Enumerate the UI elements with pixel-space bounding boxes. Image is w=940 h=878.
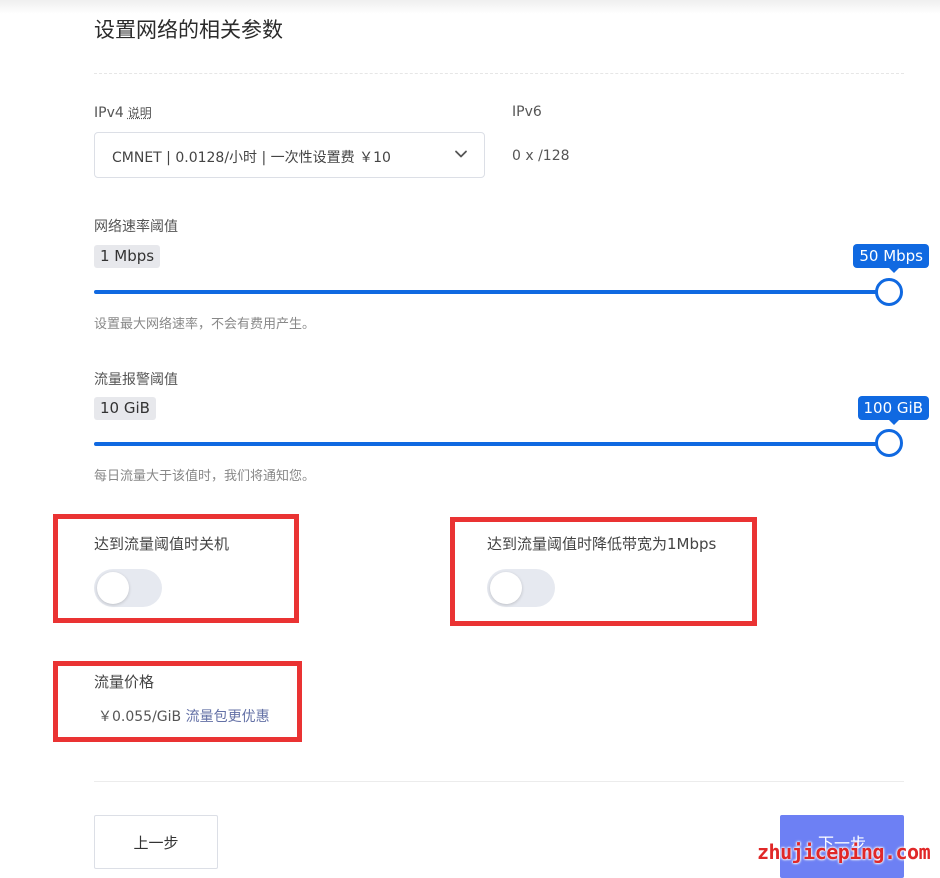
- watermark: zhujiceping.com: [757, 840, 931, 864]
- bandwidth-label: 网络速率阈值: [94, 219, 178, 235]
- bandwidth-max-badge: 50 Mbps: [853, 244, 929, 273]
- ipv6-label: IPv6: [512, 104, 542, 120]
- ipv4-select[interactable]: CMNET | 0.0128/小时 | 一次性设置费 ￥10: [94, 132, 485, 178]
- bandwidth-hint: 设置最大网络速率，不会有费用产生。: [94, 317, 316, 332]
- highlight-box-shutdown: [53, 514, 299, 623]
- traffic-alert-slider-handle[interactable]: [875, 429, 903, 457]
- ipv4-label-group: IPv4 说明: [94, 104, 152, 121]
- section-divider: [94, 73, 904, 74]
- footer-divider: [94, 781, 904, 782]
- traffic-alert-slider-track[interactable]: [94, 442, 888, 446]
- bandwidth-min-badge: 1 Mbps: [94, 245, 161, 268]
- ipv4-label: IPv4: [94, 105, 124, 121]
- chevron-down-icon: [455, 150, 467, 158]
- ipv4-help-link[interactable]: 说明: [128, 106, 152, 120]
- traffic-alert-min-badge: 10 GiB: [94, 397, 156, 420]
- page-title: 设置网络的相关参数: [94, 18, 283, 42]
- bandwidth-slider-handle[interactable]: [875, 278, 903, 306]
- highlight-box-throttle: [450, 517, 757, 626]
- traffic-alert-max-badge: 100 GiB: [857, 396, 929, 425]
- traffic-alert-hint: 每日流量大于该值时，我们将通知您。: [94, 469, 316, 484]
- prev-step-button[interactable]: 上一步: [94, 815, 218, 869]
- ipv6-value: 0 x /128: [512, 148, 570, 164]
- bandwidth-slider-track[interactable]: [94, 290, 888, 294]
- highlight-box-price: [53, 661, 302, 742]
- ipv4-selected-value: CMNET | 0.0128/小时 | 一次性设置费 ￥10: [112, 150, 391, 166]
- top-shadow: [0, 0, 940, 14]
- traffic-alert-label: 流量报警阈值: [94, 372, 178, 388]
